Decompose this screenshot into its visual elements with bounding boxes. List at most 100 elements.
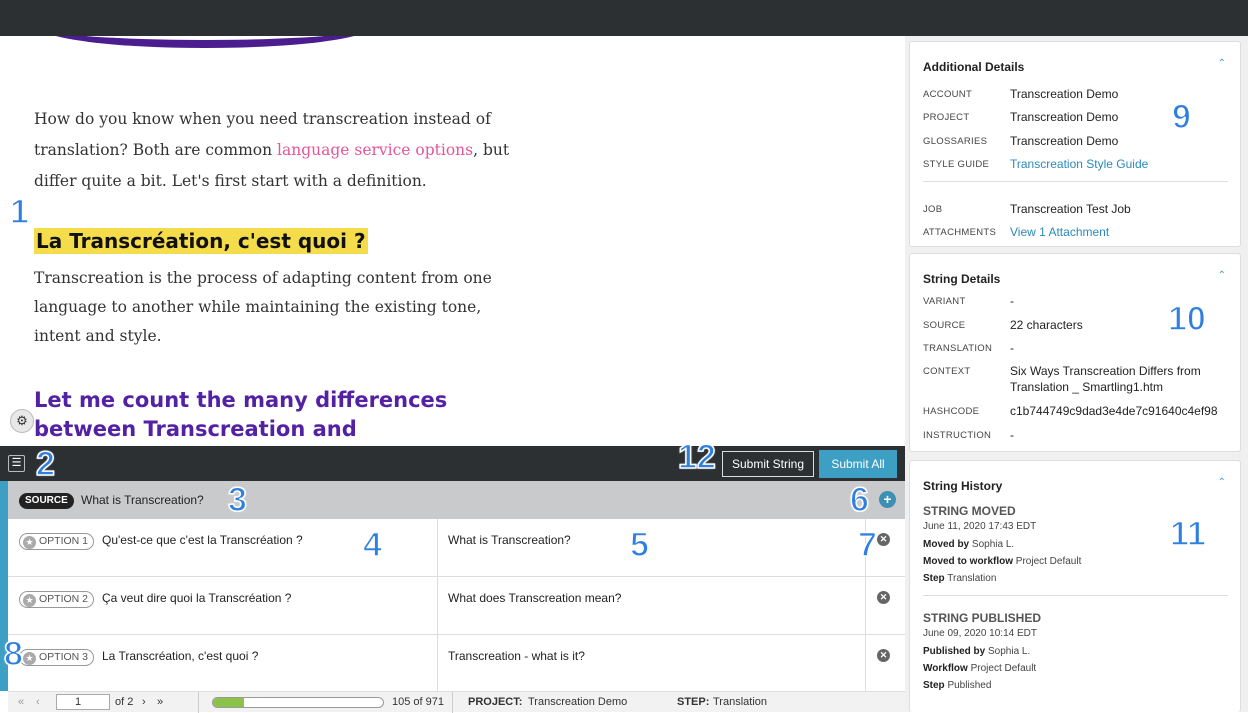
history-field-label: Published by	[923, 646, 986, 657]
string-history-card: String History ⌃ STRING MOVED June 11, 2…	[909, 460, 1241, 712]
star-icon[interactable]: ★	[23, 652, 36, 665]
detail-label: ATTACHMENTS	[923, 227, 997, 238]
detail-label: PROJECT	[923, 112, 970, 123]
option-row[interactable]: ★ OPTION 2 Ça veut dire quoi la Transcréa…	[8, 577, 905, 635]
divider	[923, 595, 1228, 596]
option-target-cell[interactable]: ★ OPTION 2 Ça veut dire quoi la Transcréa…	[8, 577, 438, 634]
divider	[452, 692, 453, 713]
annotation-marker-12: 12	[677, 438, 716, 476]
option-label: OPTION 3	[39, 651, 89, 663]
option-backtranslation-cell[interactable]: What does Transcreation mean?	[438, 577, 866, 634]
divider	[198, 692, 199, 713]
delete-option-icon[interactable]: ✕	[877, 591, 890, 604]
annotation-marker-4: 4	[362, 526, 382, 564]
language-service-link[interactable]: language service options	[277, 141, 473, 159]
option-backtranslation[interactable]: Transcreation - what is it?	[448, 649, 585, 663]
intro-paragraph: How do you know when you need transcreat…	[34, 104, 514, 197]
progress-text: 105 of 971	[392, 696, 444, 708]
collapse-chevron-icon[interactable]: ⌃	[1218, 270, 1226, 281]
history-field-label: Step	[923, 680, 945, 691]
settings-gear-icon[interactable]: ⚙	[10, 409, 34, 433]
detail-label: ACCOUNT	[923, 89, 973, 100]
history-field-label: Moved by	[923, 539, 970, 550]
history-field-value: Translation	[947, 573, 997, 584]
option-text[interactable]: La Transcréation, c'est quoi ?	[102, 649, 258, 663]
annotation-marker-5: 5	[629, 526, 649, 564]
string-details-card: String Details ⌃ VARIANT - SOURCE 22 cha…	[909, 253, 1241, 452]
progress-bar-fill	[213, 698, 244, 707]
annotation-marker-1: 1	[9, 193, 29, 231]
annotation-marker-7: 7	[857, 526, 877, 564]
option-row[interactable]: ★ OPTION 1 Qu'est-ce que c'est la Transcr…	[8, 519, 905, 577]
page-count: of 2	[115, 696, 134, 708]
history-field-value: Sophia L.	[988, 646, 1031, 657]
translation-value: -	[1010, 341, 1014, 355]
translation-options: ★ OPTION 1 Qu'est-ce que c'est la Transcr…	[8, 519, 905, 693]
add-option-icon[interactable]: +	[879, 491, 896, 508]
delete-option-icon[interactable]: ✕	[877, 649, 890, 662]
history-field-value: Project Default	[1015, 556, 1082, 567]
page-number-input[interactable]: 1	[56, 694, 110, 710]
detail-label: SOURCE	[923, 320, 966, 331]
detail-label: GLOSSARIES	[923, 136, 988, 147]
history-field-label: Step	[923, 573, 945, 584]
collapse-chevron-icon[interactable]: ⌃	[1218, 477, 1226, 488]
account-value: Transcreation Demo	[1010, 87, 1119, 101]
job-value: Transcreation Test Job	[1010, 202, 1131, 216]
last-page-icon[interactable]: »	[157, 696, 163, 708]
additional-details-card: Additional Details ⌃ ACCOUNT Transcreati…	[909, 41, 1241, 247]
decorative-arc	[40, 36, 370, 48]
history-event-date: June 09, 2020 10:14 EDT	[923, 628, 1037, 639]
differences-heading: Let me count the many differences betwee…	[34, 388, 448, 441]
option-backtranslation-cell[interactable]: Transcreation - what is it?	[438, 635, 866, 692]
annotation-marker-2: 2	[35, 445, 55, 483]
detail-label: TRANSLATION	[923, 343, 993, 354]
source-badge: SOURCE	[19, 493, 74, 509]
option-target-cell[interactable]: ★ OPTION 3 La Transcréation, c'est quoi ?	[8, 635, 438, 692]
details-sidebar: Additional Details ⌃ ACCOUNT Transcreati…	[905, 36, 1248, 712]
submit-all-button[interactable]: Submit All	[819, 450, 897, 478]
instruction-value: -	[1010, 428, 1014, 442]
option-label-pill[interactable]: ★ OPTION 1	[19, 533, 95, 550]
step-value: Translation	[713, 696, 768, 708]
history-field-value: Sophia L.	[971, 539, 1015, 550]
option-label-pill[interactable]: ★ OPTION 2	[19, 591, 95, 608]
option-row[interactable]: ★ OPTION 3 La Transcréation, c'est quoi ?…	[8, 635, 905, 693]
detail-label: JOB	[923, 204, 943, 215]
project-label: PROJECT:	[468, 696, 523, 708]
option-backtranslation[interactable]: What does Transcreation mean?	[448, 591, 621, 605]
option-text[interactable]: Qu'est-ce que c'est la Transcréation ?	[102, 533, 303, 547]
detail-label: HASHCODE	[923, 406, 980, 417]
filter-sliders-icon[interactable]: ☰	[8, 455, 25, 472]
source-text: What is Transcreation?	[81, 493, 204, 507]
history-field-label: Moved to workflow	[923, 556, 1013, 567]
project-value: Transcreation Demo	[528, 696, 628, 708]
history-field-label: Workflow	[923, 663, 968, 674]
project-value: Transcreation Demo	[1010, 110, 1119, 124]
first-page-icon[interactable]: «	[18, 696, 24, 708]
highlighted-heading[interactable]: La Transcréation, c'est quoi ?	[34, 228, 368, 254]
delete-option-icon[interactable]: ✕	[877, 533, 890, 546]
style-guide-link[interactable]: Transcreation Style Guide	[1010, 156, 1230, 172]
annotation-marker-10: 10	[1167, 300, 1206, 338]
star-icon[interactable]: ★	[23, 594, 36, 607]
option-backtranslation[interactable]: What is Transcreation?	[448, 533, 571, 547]
card-title: String History	[923, 479, 1003, 493]
submit-string-button[interactable]: Submit String	[722, 451, 814, 477]
history-event-title: STRING MOVED	[923, 504, 1016, 518]
option-backtranslation-cell[interactable]: What is Transcreation?	[438, 519, 866, 576]
star-icon[interactable]: ★	[23, 536, 36, 549]
glossaries-value: Transcreation Demo	[1010, 134, 1119, 148]
option-label: OPTION 1	[39, 535, 89, 547]
collapse-chevron-icon[interactable]: ⌃	[1218, 58, 1226, 69]
option-label-pill[interactable]: ★ OPTION 3	[19, 649, 95, 666]
editor-toolbar: ☰ Submit String Submit All	[0, 446, 905, 481]
top-bar	[0, 0, 1248, 36]
option-text[interactable]: Ça veut dire quoi la Transcréation ?	[102, 591, 291, 605]
next-page-icon[interactable]: ›	[142, 696, 146, 708]
progress-bar	[212, 697, 384, 708]
attachments-link[interactable]: View 1 Attachment	[1010, 224, 1230, 240]
annotation-marker-11: 11	[1169, 515, 1206, 553]
divider	[923, 181, 1228, 182]
prev-page-icon[interactable]: ‹	[36, 696, 40, 708]
